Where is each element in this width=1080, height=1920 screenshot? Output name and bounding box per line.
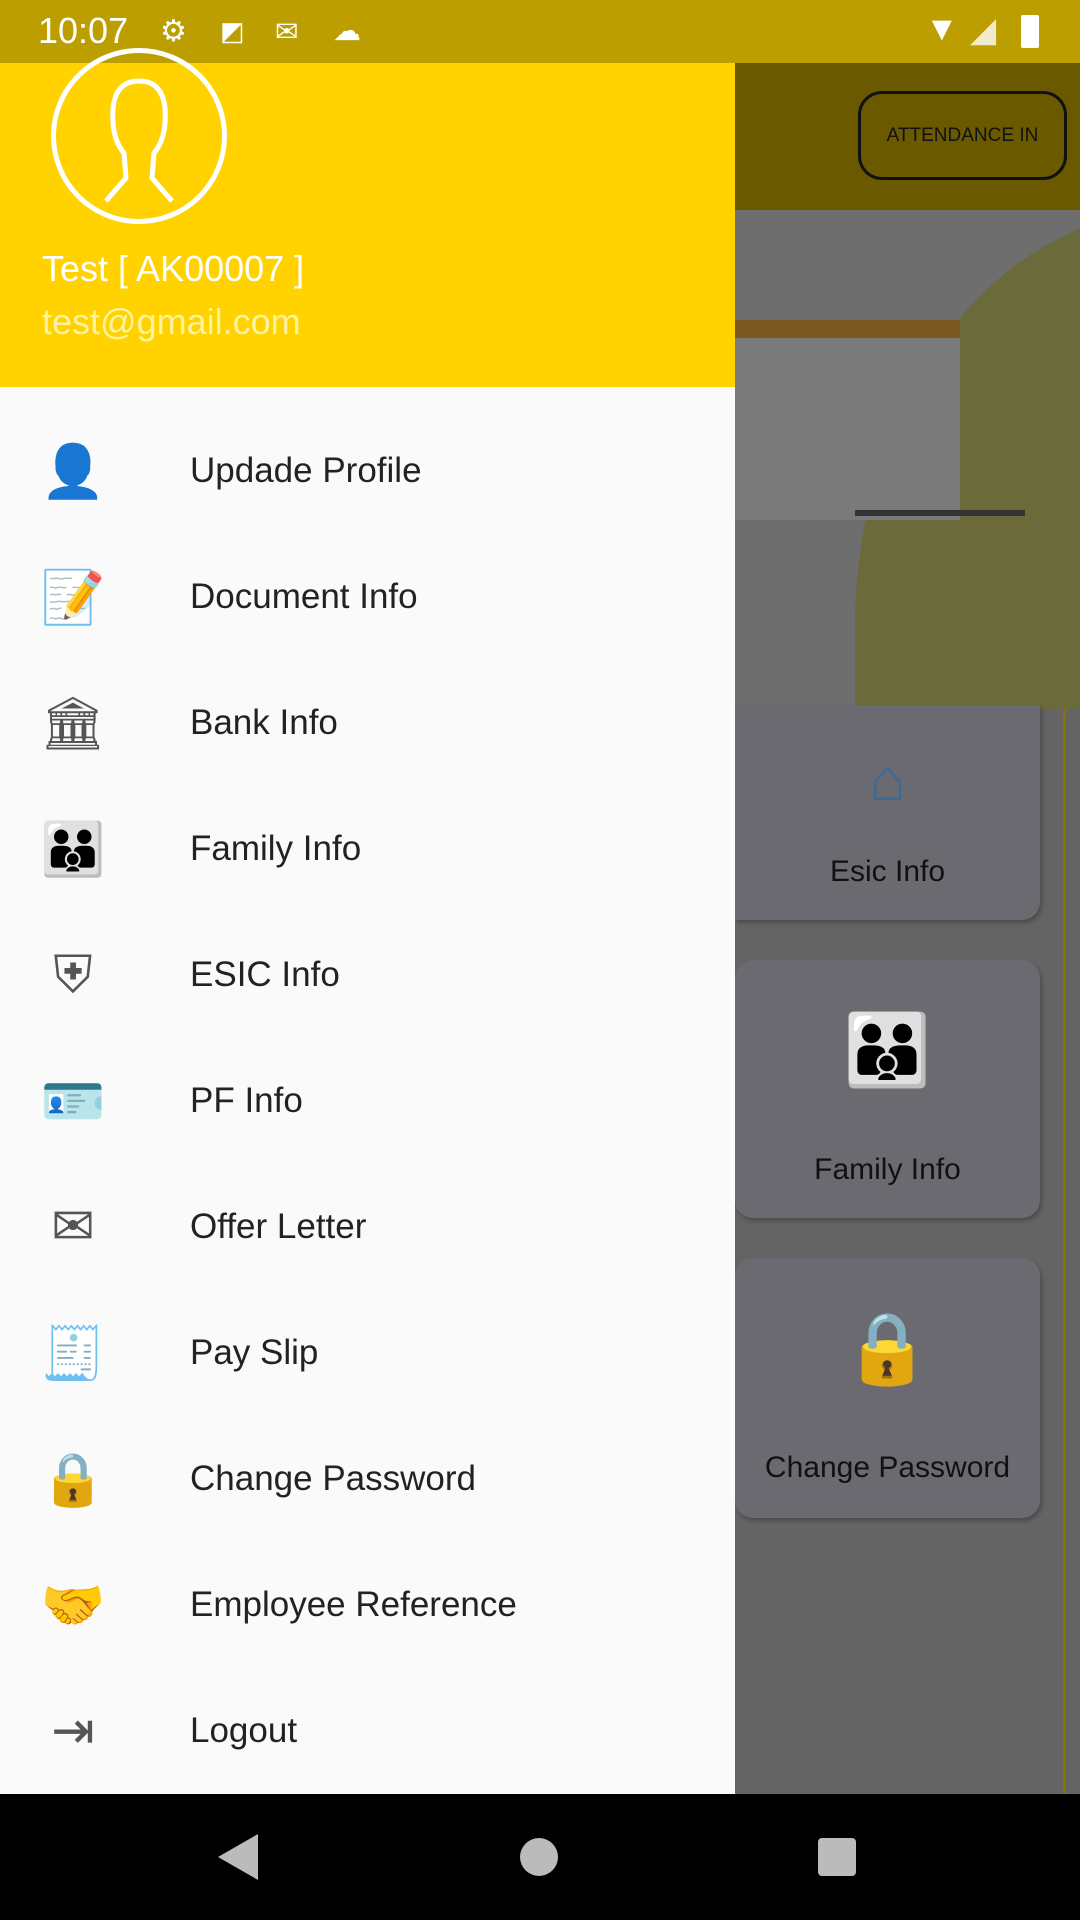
menu-label: Offer Letter [190, 1207, 367, 1246]
recents-icon[interactable] [818, 1838, 856, 1876]
menu-label: Employee Reference [190, 1585, 517, 1624]
user-email: test@gmail.com [42, 301, 301, 342]
menu-item-pf-info[interactable]: 🪪 PF Info [0, 1038, 735, 1164]
menu-label: ESIC Info [190, 955, 340, 994]
family-icon: 👪 [843, 1011, 932, 1089]
signal-icon: ◢ [970, 11, 997, 49]
id-card-icon: 🪪 [40, 1072, 106, 1131]
card-label: Esic Info [829, 855, 946, 888]
menu-item-family-info[interactable]: 👪 Family Info [0, 786, 735, 912]
menu-item-change-password[interactable]: 🔒 Change Password [0, 1416, 735, 1542]
illustration-board [735, 320, 960, 520]
menu-item-pay-slip[interactable]: 🧾 Pay Slip [0, 1290, 735, 1416]
drawer-header: Test [ AK00007 ] test@gmail.com [0, 48, 735, 387]
menu-item-esic-info[interactable]: ⛨ ESIC Info [0, 912, 735, 1038]
menu-label: Bank Info [190, 703, 338, 742]
shield-hands-icon: ⛨ [53, 945, 93, 1004]
attendance-in-button[interactable]: ATTENDANCE IN [858, 91, 1067, 180]
logout-icon: ⇥ [51, 1702, 95, 1760]
person-silhouette-icon [104, 78, 174, 203]
menu-label: Pay Slip [190, 1333, 319, 1372]
card-family-info[interactable]: 👪 Family Info [735, 960, 1040, 1218]
back-icon[interactable] [218, 1834, 258, 1880]
system-navigation-bar [0, 1794, 1080, 1920]
document-edit-icon: 📝 [40, 568, 106, 627]
banner-illustration [735, 210, 1080, 710]
menu-item-document-info[interactable]: 📝 Document Info [0, 534, 735, 660]
envelope-letter-icon: ✉ [51, 1198, 95, 1256]
accent-line [1063, 710, 1066, 1794]
menu-label: Family Info [190, 829, 362, 868]
bank-icon: 🏛 [39, 694, 106, 753]
navigation-drawer: Test [ AK00007 ] test@gmail.com 👤 Updade … [0, 48, 735, 1794]
lock-password-icon: 🔒 [40, 1450, 106, 1509]
battery-icon [1021, 15, 1039, 48]
menu-label: PF Info [190, 1081, 303, 1120]
home-icon[interactable] [520, 1838, 558, 1876]
menu-label: Updade Profile [190, 451, 422, 490]
maps-icon: ◩ [220, 16, 245, 46]
user-name: Test [ AK00007 ] [42, 248, 305, 289]
menu-item-update-profile[interactable]: 👤 Updade Profile [0, 408, 735, 534]
menu-label: Logout [190, 1711, 298, 1750]
clock: 10:07 [38, 10, 129, 51]
card-esic-info[interactable]: ⌂ Esic Info [735, 705, 1040, 920]
menu-item-employee-reference[interactable]: 🤝 Employee Reference [0, 1542, 735, 1668]
menu-label: Change Password [190, 1459, 476, 1498]
wifi-icon: ▼ [925, 10, 959, 48]
card-label: Family Info [814, 1153, 961, 1186]
family-icon: 👪 [40, 820, 106, 879]
person-icon: 👤 [40, 442, 106, 501]
house-hands-icon: ⌂ [869, 746, 906, 813]
avatar[interactable] [51, 48, 227, 224]
cloud-icon: ☁ [333, 15, 361, 46]
receipt-icon: 🧾 [40, 1324, 106, 1383]
illustration-desk [855, 510, 1025, 516]
gmail-icon: ✉ [275, 16, 299, 47]
menu-label: Document Info [190, 577, 418, 616]
card-change-password[interactable]: 🔒 Change Password [735, 1258, 1040, 1518]
menu-item-bank-info[interactable]: 🏛 Bank Info [0, 660, 735, 786]
handshake-icon: 🤝 [40, 1576, 106, 1635]
laptop-lock-icon: 🔒 [843, 1309, 932, 1387]
gear-icon: ⚙ [160, 15, 187, 48]
card-label: Change Password [764, 1451, 1011, 1484]
menu-item-offer-letter[interactable]: ✉ Offer Letter [0, 1164, 735, 1290]
menu-item-logout[interactable]: ⇥ Logout [0, 1668, 735, 1794]
